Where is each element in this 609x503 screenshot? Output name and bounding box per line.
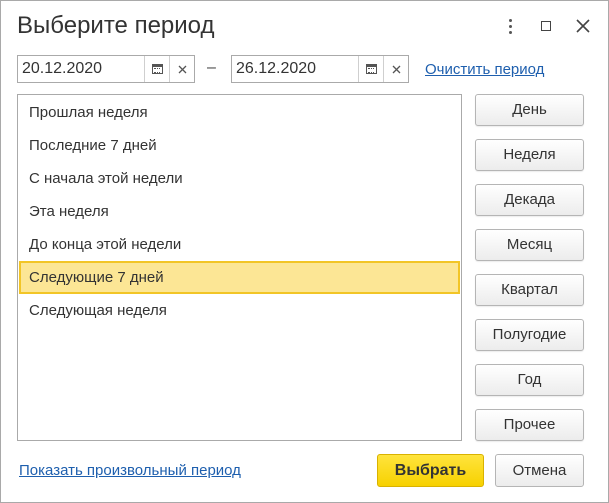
half-year-button[interactable]: Полугодие	[475, 319, 584, 351]
list-item[interactable]: До конца этой недели	[19, 228, 460, 261]
end-date-clear-button[interactable]	[383, 56, 408, 82]
start-date-clear-button[interactable]	[169, 56, 194, 82]
quarter-button[interactable]: Квартал	[475, 274, 584, 306]
maximize-icon[interactable]	[533, 13, 559, 39]
start-date-calendar-button[interactable]	[144, 56, 169, 82]
week-button[interactable]: Неделя	[475, 139, 584, 171]
preset-period-list: Прошлая неделя Последние 7 дней С начала…	[17, 94, 462, 441]
list-item-selected[interactable]: Следующие 7 дней	[19, 261, 460, 294]
period-dialog: Выберите период – Очистить период Прошла…	[0, 0, 609, 503]
clear-icon	[178, 65, 186, 73]
more-vertical-icon[interactable]	[497, 13, 523, 39]
dialog-title: Выберите период	[17, 12, 215, 39]
list-item[interactable]: Эта неделя	[19, 195, 460, 228]
list-item[interactable]: Последние 7 дней	[19, 129, 460, 162]
date-separator: –	[207, 59, 216, 76]
clear-icon	[392, 65, 400, 73]
list-item[interactable]: Прошлая неделя	[19, 96, 460, 129]
clear-period-link[interactable]: Очистить период	[425, 61, 544, 78]
end-date-calendar-button[interactable]	[358, 56, 383, 82]
calendar-icon	[365, 64, 377, 74]
list-item[interactable]: Следующая неделя	[19, 294, 460, 327]
end-date-input[interactable]	[232, 56, 358, 82]
select-button[interactable]: Выбрать	[377, 454, 484, 487]
show-custom-period-link[interactable]: Показать произвольный период	[19, 462, 241, 479]
month-button[interactable]: Месяц	[475, 229, 584, 261]
end-date-field	[231, 55, 409, 83]
day-button[interactable]: День	[475, 94, 584, 126]
year-button[interactable]: Год	[475, 364, 584, 396]
list-item[interactable]: С начала этой недели	[19, 162, 460, 195]
calendar-icon	[151, 64, 163, 74]
close-icon[interactable]	[570, 13, 596, 39]
start-date-field	[17, 55, 195, 83]
cancel-button[interactable]: Отмена	[495, 454, 584, 487]
other-button[interactable]: Прочее	[475, 409, 584, 441]
start-date-input[interactable]	[18, 56, 144, 82]
decade-button[interactable]: Декада	[475, 184, 584, 216]
